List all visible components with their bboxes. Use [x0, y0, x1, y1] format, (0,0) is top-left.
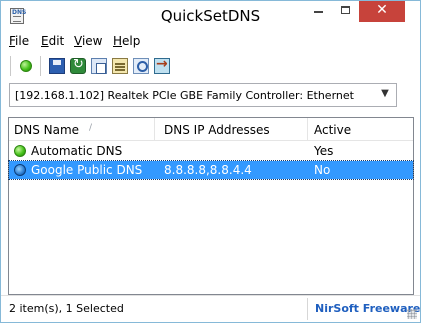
app-window: DNS QuickSetDNS ✕ File Edit View Help [ [0, 0, 421, 323]
column-header-dns-name[interactable]: DNS Name [14, 118, 79, 141]
close-button[interactable]: ✕ [359, 1, 405, 22]
network-adapter-value: [192.168.1.102] Realtek PCIe GBE Family … [15, 89, 354, 102]
dns-name-cell: Automatic DNS [31, 144, 123, 158]
menu-help-rest: elp [122, 34, 141, 48]
menu-edit-accel: E [41, 34, 49, 48]
active-cell: No [314, 163, 331, 177]
chevron-down-icon[interactable]: ▼ [378, 88, 392, 102]
maximize-icon [341, 6, 350, 14]
menu-bar: File Edit View Help [8, 31, 418, 51]
toolbar-separator [10, 56, 11, 76]
dns-ip-cell: 8.8.8.8,8.8.4.4 [164, 163, 252, 177]
refresh-icon[interactable] [70, 57, 86, 74]
dns-name-cell: Google Public DNS [31, 163, 143, 177]
column-header-dns-ip[interactable]: DNS IP Addresses [164, 118, 270, 141]
list-item[interactable]: Automatic DNS Yes [9, 142, 413, 160]
maximize-button[interactable] [332, 1, 359, 22]
active-cell: Yes [314, 144, 334, 158]
dns-list[interactable]: DNS Name / DNS IP Addresses Active Autom… [8, 117, 414, 295]
menu-edit[interactable]: Edit [41, 34, 64, 48]
find-icon[interactable] [133, 58, 149, 74]
close-icon: ✕ [376, 2, 388, 18]
menu-view-accel: V [74, 34, 82, 48]
minimize-icon [314, 11, 323, 13]
column-header-active[interactable]: Active [314, 118, 351, 141]
toolbar [8, 53, 418, 81]
nirsoft-link[interactable]: NirSoft Freeware. [315, 302, 421, 315]
exit-icon[interactable] [154, 56, 170, 74]
menu-file[interactable]: File [9, 34, 29, 48]
minimize-button[interactable] [305, 1, 332, 22]
menu-file-rest: ile [15, 34, 30, 48]
globe-icon [14, 164, 26, 176]
column-divider[interactable] [154, 118, 155, 141]
title-bar[interactable]: DNS QuickSetDNS ✕ [1, 1, 420, 31]
menu-help[interactable]: Help [113, 34, 140, 48]
menu-edit-rest: dit [48, 34, 65, 48]
properties-icon[interactable] [112, 58, 128, 74]
resize-grip-icon[interactable] [407, 309, 417, 319]
menu-help-accel: H [113, 34, 123, 48]
list-item-selected[interactable]: Google Public DNS 8.8.8.8,8.8.4.4 No [8, 160, 414, 180]
network-adapter-select[interactable]: [192.168.1.102] Realtek PCIe GBE Family … [9, 83, 397, 107]
status-summary: 2 item(s), 1 Selected [9, 302, 124, 315]
list-header: DNS Name / DNS IP Addresses Active [9, 118, 413, 141]
menu-view-rest: iew [81, 34, 103, 48]
sort-indicator-icon: / [89, 123, 93, 133]
green-dot-icon [14, 145, 26, 157]
menu-view[interactable]: View [74, 34, 102, 48]
save-icon[interactable] [49, 58, 65, 74]
set-dns-icon[interactable] [20, 60, 32, 72]
column-divider[interactable] [307, 118, 308, 141]
status-divider [307, 298, 308, 320]
status-bar: 2 item(s), 1 Selected NirSoft Freeware. [1, 295, 421, 322]
copy-icon[interactable] [91, 58, 107, 74]
toolbar-separator [40, 56, 41, 76]
